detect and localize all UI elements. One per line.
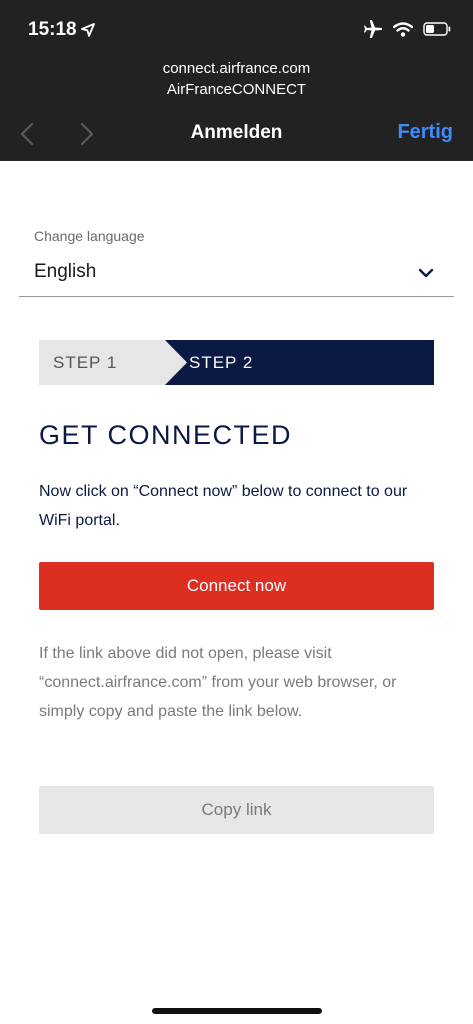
status-icons: [363, 20, 451, 38]
language-value: English: [34, 261, 97, 282]
browser-chrome: 15:18 connect.airfrance.com AirFranceCON…: [0, 0, 473, 161]
connect-now-button[interactable]: Connect now: [39, 562, 434, 610]
chevron-down-icon: [418, 268, 434, 278]
site-domain: connect.airfrance.com: [162, 60, 311, 77]
back-arrow-icon[interactable]: [16, 121, 40, 147]
site-title: AirFranceCONNECT: [166, 81, 307, 98]
language-select[interactable]: English: [19, 252, 454, 297]
step-indicator: STEP 1 STEP 2: [39, 340, 434, 385]
status-time-text: 15:18: [28, 19, 77, 40]
forward-arrow-icon[interactable]: [74, 121, 98, 147]
get-connected-heading: GET CONNECTED: [39, 420, 293, 450]
done-button[interactable]: Fertig: [397, 121, 453, 144]
status-time: 15:18: [28, 19, 95, 41]
help-text: If the link above did not open, please v…: [39, 645, 397, 720]
battery-icon: [423, 22, 451, 36]
copy-link-button[interactable]: Copy link: [39, 786, 434, 834]
intro-text: Now click on “Connect now” below to conn…: [39, 483, 408, 529]
airplane-icon: [364, 20, 382, 38]
home-indicator: [152, 1008, 322, 1014]
wifi-icon: [393, 21, 413, 37]
location-arrow-icon: [80, 23, 95, 37]
change-language-label: Change language: [34, 228, 145, 244]
step-2-label: STEP 2: [189, 353, 254, 372]
